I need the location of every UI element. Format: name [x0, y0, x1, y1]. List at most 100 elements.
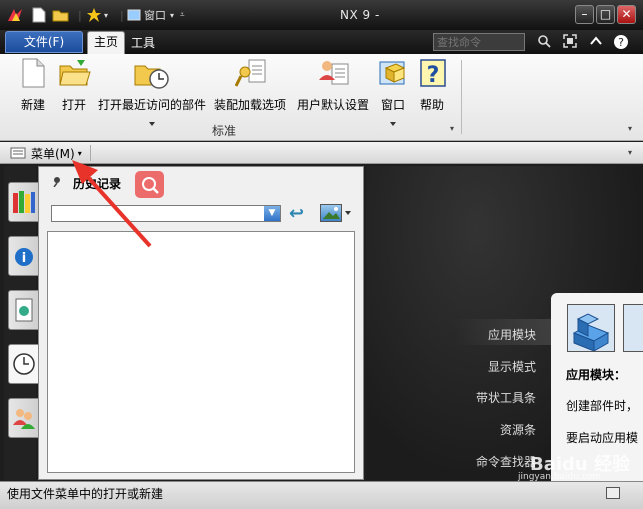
ribbon-panel: 新建 打开 打开最近访问的部件 装配加载选项 用户默认设置 窗口 ? 帮助 标准… — [0, 54, 643, 141]
menu-icon — [10, 147, 26, 159]
assembly-load-icon — [234, 58, 266, 88]
svg-text:?: ? — [427, 63, 440, 88]
new-quick-icon[interactable] — [32, 6, 46, 24]
resource-tab-roles[interactable] — [8, 398, 40, 438]
history-panel-title: 历史记录 — [73, 177, 122, 191]
graphics-menu-resource-bar[interactable]: 资源条 — [500, 421, 536, 438]
window-quick-label: 窗口 — [144, 9, 166, 22]
chevron-down-icon: ▾ — [170, 10, 175, 20]
graphics-menu-ribbon-bar[interactable]: 带状工具条 — [476, 389, 536, 406]
web-browser-icon — [15, 298, 33, 322]
nx-main-window: | ▾ | 窗口 ▾ ⩡ NX 9 - – □ ✕ 文件(F) 主页 工具 查找… — [0, 0, 643, 509]
window-small-icon — [127, 9, 141, 21]
open-quick-icon[interactable] — [52, 6, 70, 24]
application-module-icon — [567, 304, 615, 352]
star-quick-icon[interactable]: ▾ — [86, 6, 108, 24]
chevron-down-icon: ▾ — [77, 148, 82, 158]
group-expand-icon[interactable]: ▾ — [450, 124, 454, 133]
user-defaults-label: 用户默认设置 — [296, 98, 369, 112]
window-title: NX 9 - — [340, 8, 380, 22]
graphics-menu-display-mode[interactable]: 显示模式 — [488, 358, 536, 375]
books-icon — [13, 191, 35, 213]
open-button[interactable]: 打开 — [57, 58, 91, 118]
users-icon — [13, 409, 35, 429]
user-defaults-icon — [318, 58, 349, 88]
menu-separator — [90, 145, 91, 161]
separator-icon: | — [120, 8, 124, 22]
customize-quick-icon[interactable]: ⩡ — [180, 10, 185, 20]
history-panel: 历史记录 ▼ ↩ — [38, 166, 364, 480]
menu-button-label: 菜单(M) — [31, 146, 75, 161]
status-text: 使用文件菜单中的打开或新建 — [7, 487, 164, 501]
separator-icon: | — [78, 8, 82, 22]
ribbon-group-label: 标准 — [212, 124, 237, 138]
resource-tab-web[interactable] — [8, 290, 40, 330]
watermark-url: jingyan.baidu.com — [518, 472, 602, 482]
svg-text:?: ? — [618, 36, 624, 49]
history-list[interactable] — [47, 231, 355, 473]
chevron-down-icon — [149, 122, 155, 126]
menu-button[interactable]: 菜单(M) ▾ — [10, 144, 82, 162]
new-button-label: 新建 — [20, 98, 45, 112]
window-quick-menu[interactable]: 窗口 ▾ ⩡ — [127, 6, 185, 24]
help-round-icon[interactable]: ? — [613, 34, 629, 50]
ribbon-group-separator — [461, 60, 462, 134]
info-line-2: 要启动应用模 — [566, 431, 639, 445]
chevron-down-icon[interactable]: ▼ — [264, 206, 280, 221]
info-line-1: 创建部件时， — [566, 399, 639, 413]
menu-bar: 菜单(M) ▾ ▾ — [0, 142, 643, 164]
clock-icon — [13, 353, 35, 375]
resource-bar: i — [4, 166, 40, 480]
resource-tab-history[interactable] — [8, 344, 40, 384]
new-button[interactable]: 新建 — [14, 58, 52, 118]
chevron-down-icon — [390, 122, 396, 126]
view-style-icon[interactable] — [320, 204, 342, 222]
ribbon-tab-row: 文件(F) 主页 工具 ? — [0, 30, 643, 54]
status-bar: 使用文件菜单中的打开或新建 — [0, 481, 643, 509]
open-recent-label: 打开最近访问的部件 — [97, 98, 206, 112]
tab-file[interactable]: 文件(F) — [5, 31, 83, 53]
info-feed-icon: i — [15, 248, 33, 266]
full-screen-icon[interactable] — [562, 34, 578, 50]
new-file-icon — [18, 58, 48, 88]
open-recent-button[interactable]: 打开最近访问的部件 — [97, 58, 207, 126]
ribbon-options-icon[interactable]: ▾ — [628, 124, 632, 133]
window-icon — [378, 58, 408, 88]
status-window-icon[interactable] — [606, 487, 620, 499]
user-defaults-button[interactable]: 用户默认设置 — [296, 58, 370, 118]
help-button-label: 帮助 — [419, 98, 444, 112]
window-button-label: 窗口 — [380, 98, 405, 112]
window-button[interactable]: 窗口 — [378, 58, 408, 126]
close-button[interactable]: ✕ — [617, 5, 636, 24]
pin-icon[interactable] — [51, 175, 63, 190]
open-folder-icon — [59, 58, 91, 88]
minimize-button[interactable]: – — [575, 5, 594, 24]
command-search-input[interactable] — [433, 33, 525, 51]
recent-folder-icon — [134, 58, 170, 89]
nx-logo-icon[interactable] — [6, 6, 24, 24]
help-button[interactable]: ? 帮助 — [418, 58, 446, 118]
panel-search-icon[interactable] — [135, 171, 164, 198]
title-bar: | ▾ | 窗口 ▾ ⩡ NX 9 - – □ ✕ — [0, 0, 643, 30]
help-icon: ? — [418, 58, 448, 88]
search-icon[interactable] — [536, 34, 552, 50]
tab-home[interactable]: 主页 — [87, 31, 125, 54]
assembly-load-label: 装配加载选项 — [213, 98, 286, 112]
resource-tab-info[interactable]: i — [8, 236, 40, 276]
assembly-load-options-button[interactable]: 装配加载选项 — [212, 58, 288, 118]
graphics-menu-applications[interactable]: 应用模块 — [488, 326, 536, 343]
resource-tab-assembly[interactable] — [8, 182, 40, 222]
tab-tools[interactable]: 工具 — [131, 34, 155, 51]
svg-text:i: i — [22, 251, 26, 266]
open-button-label: 打开 — [61, 98, 86, 112]
info-title: 应用模块： — [566, 368, 627, 382]
graphics-window[interactable]: 应用模块 显示模式 带状工具条 资源条 命令查找器 应用模块： 创建部件时， 要… — [366, 166, 643, 483]
module-preview-icon — [623, 304, 643, 352]
toolbar-options-icon[interactable]: ▾ — [628, 148, 632, 157]
back-arrow-icon[interactable]: ↩ — [289, 203, 304, 224]
history-filter-select[interactable]: ▼ — [51, 205, 281, 222]
chevron-down-icon[interactable] — [345, 211, 351, 215]
graphics-menu-command-finder[interactable]: 命令查找器 — [476, 453, 536, 470]
maximize-button[interactable]: □ — [596, 5, 615, 24]
collapse-ribbon-icon[interactable] — [588, 34, 604, 50]
